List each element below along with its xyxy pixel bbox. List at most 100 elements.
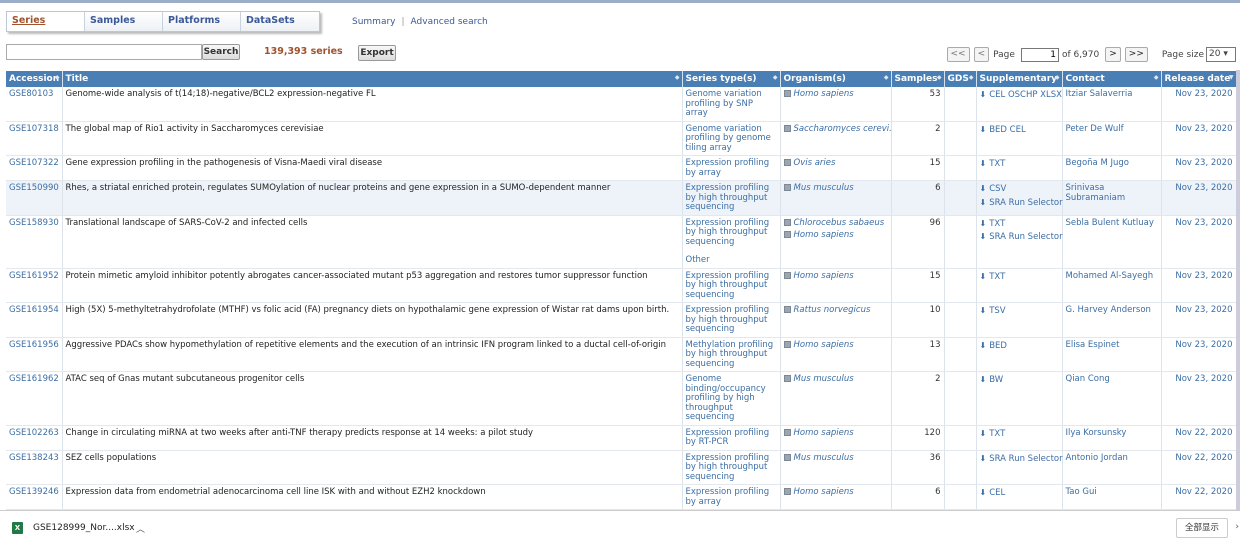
download-icon: ⬇: [979, 340, 987, 350]
accession-link[interactable]: GSE80103: [6, 87, 63, 122]
organism-link[interactable]: Homo sapiens: [783, 89, 888, 100]
contact-link[interactable]: Elisa Espinet: [1062, 337, 1162, 372]
tab-samples[interactable]: Samples: [85, 12, 163, 31]
search-button[interactable]: Search: [202, 44, 240, 60]
contact-link[interactable]: G. Harvey Anderson: [1062, 302, 1162, 338]
accession-link[interactable]: GSE158930: [6, 215, 63, 269]
vertical-scrollbar[interactable]: [1236, 70, 1240, 510]
col-organism[interactable]: Organism(s) ◆: [780, 71, 892, 87]
gds-cell: [944, 121, 977, 156]
supplementary-link[interactable]: ⬇ TXT: [980, 429, 1059, 440]
excel-file-icon: X: [12, 522, 23, 534]
supplementary-link[interactable]: ⬇ TXT: [980, 272, 1059, 283]
sample-count: 2: [891, 371, 945, 426]
accession-link[interactable]: GSE161962: [6, 371, 63, 426]
release-date: Nov 23, 2020: [1161, 215, 1237, 269]
accession-link[interactable]: GSE107318: [6, 121, 63, 156]
series-type: Genome binding/occupancy profiling by hi…: [685, 374, 766, 422]
series-title: Translational landscape of SARS-CoV-2 an…: [62, 215, 683, 269]
organism-link[interactable]: Rattus norvegicus: [783, 305, 888, 316]
series-type: Methylation profiling by high throughput…: [685, 339, 774, 369]
supplementary-link[interactable]: ⬇ TXT: [980, 159, 1059, 170]
organism-link[interactable]: Homo sapiens: [783, 230, 888, 241]
supplementary-link[interactable]: ⬇ SRA Run Selector: [979, 197, 1063, 209]
col-supplementary[interactable]: Supplementary ◆: [976, 71, 1063, 87]
organism-link[interactable]: Mus musculus: [783, 374, 888, 385]
accession-link[interactable]: GSE138243: [6, 450, 63, 485]
accession-link[interactable]: GSE107322: [6, 155, 63, 181]
supplementary-link[interactable]: ⬇ CEL: [980, 488, 1059, 499]
contact-link[interactable]: Peter De Wulf: [1062, 121, 1162, 156]
supplementary-link[interactable]: ⬇ SRA Run Selector: [980, 454, 1063, 465]
sample-count: 96: [891, 215, 945, 269]
page-size-select[interactable]: 20 ▾: [1206, 47, 1236, 62]
contact-link[interactable]: Sebla Bulent Kutluay: [1062, 215, 1162, 269]
organism-link[interactable]: Homo sapiens: [783, 487, 888, 498]
summary-link[interactable]: Summary: [352, 17, 396, 27]
accession-link[interactable]: GSE161954: [6, 302, 63, 338]
series-title: Change in circulating miRNA at two weeks…: [62, 425, 683, 451]
page-number-input[interactable]: [1020, 47, 1059, 62]
tab-platforms[interactable]: Platforms: [163, 12, 241, 31]
contact-link[interactable]: Begoña M Jugo: [1062, 155, 1162, 181]
organism-link[interactable]: Homo sapiens: [783, 340, 888, 351]
organism-link[interactable]: Saccharomyces cerevi...: [783, 124, 890, 135]
supplementary-link[interactable]: ⬇ BED: [980, 341, 1059, 352]
supplementary-link[interactable]: ⬇ SRA Run Selector: [980, 232, 1063, 243]
col-samples[interactable]: Samples ◆: [891, 71, 945, 87]
col-contact[interactable]: Contact ◆: [1062, 71, 1162, 87]
series-title: Gene expression profiling in the pathoge…: [62, 155, 683, 181]
organism-link[interactable]: Ovis aries: [783, 158, 888, 169]
supplementary-link[interactable]: ⬇ BED CEL: [980, 125, 1059, 136]
show-all-button[interactable]: 全部显示: [1176, 518, 1228, 538]
supplementary-link[interactable]: ⬇ CEL OSCHP XLSX: [980, 90, 1062, 101]
supplementary-link[interactable]: ⬇ TSV: [980, 306, 1059, 317]
table-row: GSE102263 Change in circulating miRNA at …: [6, 425, 1237, 451]
tab-series[interactable]: Series: [7, 12, 85, 31]
series-title: Aggressive PDACs show hypomethylation of…: [62, 337, 683, 372]
accession-link[interactable]: GSE161956: [6, 337, 63, 372]
release-date: Nov 23, 2020: [1161, 337, 1237, 372]
first-page-button[interactable]: <<: [946, 47, 970, 62]
col-gds[interactable]: GDS ◆: [944, 71, 977, 87]
contact-link[interactable]: Tao Gui: [1062, 484, 1162, 510]
col-title[interactable]: Title ◆: [62, 71, 683, 87]
organism-link[interactable]: Chlorocebus sabaeus: [783, 218, 888, 229]
supplementary-link[interactable]: ⬇ TXT: [980, 219, 1059, 230]
col-release-date[interactable]: Release date ▼: [1161, 71, 1237, 87]
contact-link[interactable]: Qian Cong: [1062, 371, 1162, 426]
chevron-up-icon[interactable]: ︿: [136, 522, 145, 535]
advanced-search-link[interactable]: Advanced search: [411, 17, 488, 27]
accession-link[interactable]: GSE102263: [6, 425, 63, 451]
tab-datasets[interactable]: DataSets: [241, 12, 319, 31]
release-date: Nov 23, 2020: [1161, 155, 1237, 181]
supplementary-link[interactable]: ⬇ CSV: [980, 184, 1059, 195]
contact-link[interactable]: Antonio Jordan: [1062, 450, 1162, 485]
contact-link[interactable]: Mohamed Al-Sayegh: [1062, 268, 1162, 303]
organism-link[interactable]: Homo sapiens: [783, 428, 888, 439]
supplementary-link[interactable]: ⬇ BW: [980, 375, 1059, 386]
last-page-button[interactable]: >>: [1124, 47, 1148, 62]
download-icon: ⬇: [979, 197, 987, 207]
prev-page-button[interactable]: <: [973, 47, 990, 62]
organism-link[interactable]: Mus musculus: [783, 183, 888, 194]
col-accession[interactable]: Accession ◆: [6, 71, 63, 87]
chevron-right-icon[interactable]: ›: [1235, 522, 1239, 532]
sample-count: 13: [891, 337, 945, 372]
accession-link[interactable]: GSE150990: [6, 180, 63, 216]
col-series-type[interactable]: Series type(s) ◆: [682, 71, 781, 87]
accession-link[interactable]: GSE161952: [6, 268, 63, 303]
next-page-button[interactable]: >: [1105, 47, 1121, 62]
accession-link[interactable]: GSE139246: [6, 484, 63, 510]
organism-link[interactable]: Homo sapiens: [783, 271, 888, 282]
contact-link[interactable]: Ilya Korsunsky: [1062, 425, 1162, 451]
download-item[interactable]: X GSE128999_Nor....xlsx: [12, 522, 135, 534]
contact-link[interactable]: Itziar Salaverria: [1062, 87, 1162, 122]
expand-icon: [783, 184, 791, 191]
export-button[interactable]: Export: [358, 45, 396, 61]
contact-link[interactable]: Srinivasa Subramaniam: [1062, 180, 1162, 216]
expand-icon: [783, 218, 791, 226]
gds-cell: [944, 215, 977, 269]
organism-link[interactable]: Mus musculus: [783, 453, 888, 464]
search-input[interactable]: [6, 44, 202, 60]
